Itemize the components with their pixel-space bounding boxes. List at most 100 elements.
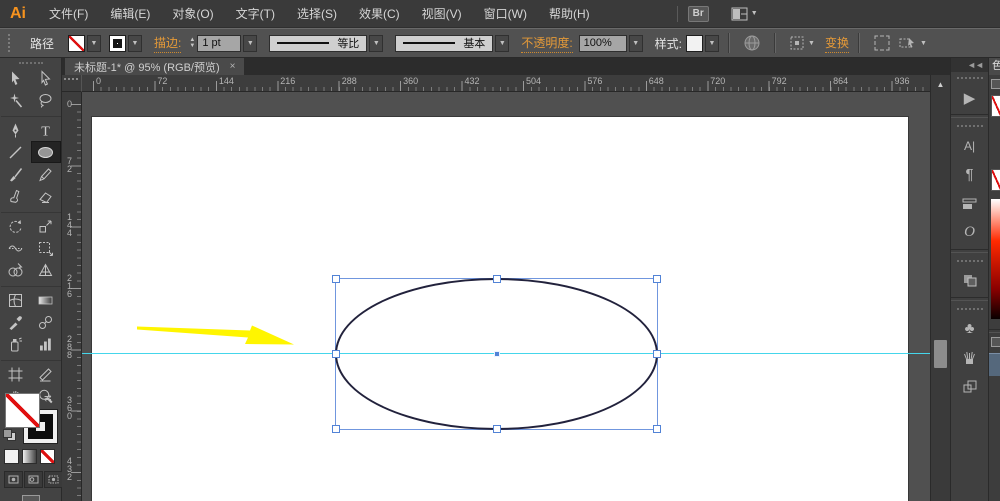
shape-builder-tool[interactable] [1, 259, 31, 281]
paragraph-styles-panel-button[interactable] [951, 189, 988, 218]
panel-group-grip[interactable] [951, 72, 988, 83]
draw-inside-button[interactable] [44, 471, 63, 488]
menu-item[interactable]: 效果(C) [348, 5, 411, 22]
scrollbar-thumb[interactable] [934, 340, 947, 368]
color-panel-tab[interactable]: 色 [989, 58, 1000, 75]
default-fill-stroke-icon[interactable] [3, 429, 16, 441]
scale-tool[interactable] [31, 215, 61, 237]
step-up-icon[interactable]: ▲ [189, 37, 195, 43]
horizontal-ruler[interactable]: 0 72 144 216 288 360 432 504 576 648 720 792 864 936 [62, 75, 930, 92]
gradient-button[interactable] [22, 449, 37, 464]
fill-dropdown-button[interactable]: ▼ [87, 34, 102, 52]
menu-item[interactable]: 帮助(H) [538, 5, 601, 22]
symbol-sprayer-tool[interactable] [1, 333, 31, 355]
fill-indicator-none[interactable] [5, 393, 40, 428]
screen-mode-button[interactable] [22, 495, 40, 501]
type-tool[interactable]: T [31, 119, 61, 141]
document-tab[interactable]: 未标题-1* @ 95% (RGB/预览) × [65, 58, 245, 75]
artboards-panel-button[interactable] [951, 372, 988, 401]
document-setup-button[interactable]: ▼ [789, 35, 815, 51]
mesh-tool[interactable] [1, 289, 31, 311]
panel-group-grip[interactable] [951, 303, 988, 314]
selection-handle[interactable] [332, 275, 340, 283]
column-graph-tool[interactable] [31, 333, 61, 355]
ellipse-tool[interactable] [30, 141, 61, 163]
selection-handle[interactable] [492, 425, 501, 433]
eyedropper-tool[interactable] [1, 311, 31, 333]
ruler-origin-corner[interactable] [62, 75, 82, 92]
paragraph-panel-button[interactable]: ¶ [951, 160, 988, 189]
none-color-swatch[interactable] [991, 169, 1000, 191]
panel-icon[interactable] [991, 337, 1000, 347]
menu-item[interactable]: 对象(O) [161, 5, 224, 22]
gradient-tool[interactable] [31, 289, 61, 311]
symbols-panel-button[interactable]: ♣ [951, 314, 988, 343]
color-spectrum-ramp[interactable] [991, 199, 1000, 319]
draw-behind-button[interactable] [24, 471, 43, 488]
paintbrush-tool[interactable] [1, 163, 31, 185]
dock-collapse-header[interactable]: ◄◄ [951, 58, 988, 72]
menu-item[interactable]: 视图(V) [411, 5, 473, 22]
brush-definition-dropdown[interactable]: ▼ [495, 34, 510, 52]
width-profile-dropdown[interactable]: ▼ [369, 34, 384, 52]
canvas-area[interactable]: 0 72 144 216 288 360 432 [62, 92, 930, 501]
menu-item[interactable]: 文件(F) [38, 5, 99, 22]
swap-fill-stroke-icon[interactable]: ⇄ [44, 393, 52, 404]
menu-item[interactable]: 文字(T) [225, 5, 286, 22]
opacity-label[interactable]: 不透明度: [521, 34, 573, 53]
actions-panel-button[interactable]: ▶ [951, 83, 988, 112]
panel-options-icon[interactable] [991, 79, 1000, 89]
vertical-ruler[interactable]: 0 72 144 216 288 360 432 [62, 92, 82, 501]
brush-definition-select[interactable]: 基本 [395, 34, 494, 52]
pen-tool[interactable] [1, 119, 31, 141]
style-swatch[interactable] [686, 34, 703, 52]
stroke-color-control[interactable]: ▼ [109, 34, 143, 52]
width-profile-select[interactable]: 等比 [269, 34, 368, 52]
tab-close-icon[interactable]: × [230, 61, 236, 72]
panel-group-grip[interactable] [951, 255, 988, 266]
artboard-tool[interactable] [1, 363, 31, 385]
perspective-grid-tool[interactable] [31, 259, 61, 281]
fill-none-swatch[interactable] [68, 34, 86, 52]
selection-handle[interactable] [653, 275, 661, 283]
selected-panel-row[interactable] [989, 353, 1000, 376]
selection-handle[interactable] [332, 350, 340, 358]
menu-item[interactable]: 编辑(E) [99, 5, 161, 22]
transform-label[interactable]: 变换 [824, 34, 849, 53]
stroke-weight-stepper[interactable]: ▲ ▼ [189, 37, 195, 49]
magic-wand-tool[interactable] [1, 89, 31, 111]
slice-tool[interactable] [31, 363, 61, 385]
stroke-weight-label[interactable]: 描边: [154, 34, 182, 53]
recolor-artwork-button[interactable] [743, 34, 761, 52]
width-tool[interactable] [1, 237, 31, 259]
direct-selection-tool[interactable] [31, 67, 61, 89]
opacity-dropdown[interactable]: ▼ [628, 34, 643, 52]
brushes-panel-button[interactable] [951, 343, 988, 372]
menu-item[interactable]: 选择(S) [286, 5, 348, 22]
isolate-selection-button[interactable]: ▼ [899, 35, 927, 51]
draw-normal-button[interactable] [4, 471, 23, 488]
selection-handle[interactable] [492, 275, 501, 283]
selection-handle[interactable] [332, 425, 340, 433]
line-segment-tool[interactable] [1, 141, 31, 163]
opentype-panel-button[interactable]: O [951, 218, 988, 247]
none-color-swatch[interactable] [991, 95, 1000, 117]
lasso-tool[interactable] [31, 89, 61, 111]
scroll-up-arrow-icon[interactable]: ▲ [933, 78, 948, 91]
panel-grip[interactable] [8, 34, 13, 52]
workspace-switcher-button[interactable]: ▼ [731, 7, 758, 21]
vertical-scrollbar[interactable]: ▲ [930, 75, 950, 501]
style-dropdown[interactable]: ▼ [705, 34, 719, 52]
none-button[interactable] [40, 449, 55, 464]
eraser-tool[interactable] [31, 185, 61, 207]
stroke-dropdown-button[interactable]: ▼ [128, 34, 143, 52]
stroke-weight-dropdown[interactable]: ▼ [243, 34, 258, 52]
character-panel-button[interactable]: A| [951, 131, 988, 160]
selection-bounding-box[interactable] [332, 275, 661, 433]
free-transform-tool[interactable] [31, 237, 61, 259]
selection-handle[interactable] [653, 350, 661, 358]
menu-item[interactable]: 窗口(W) [473, 5, 538, 22]
transparency-panel-button[interactable] [951, 266, 988, 295]
step-down-icon[interactable]: ▼ [189, 43, 195, 49]
stroke-color-swatch[interactable] [109, 34, 127, 52]
